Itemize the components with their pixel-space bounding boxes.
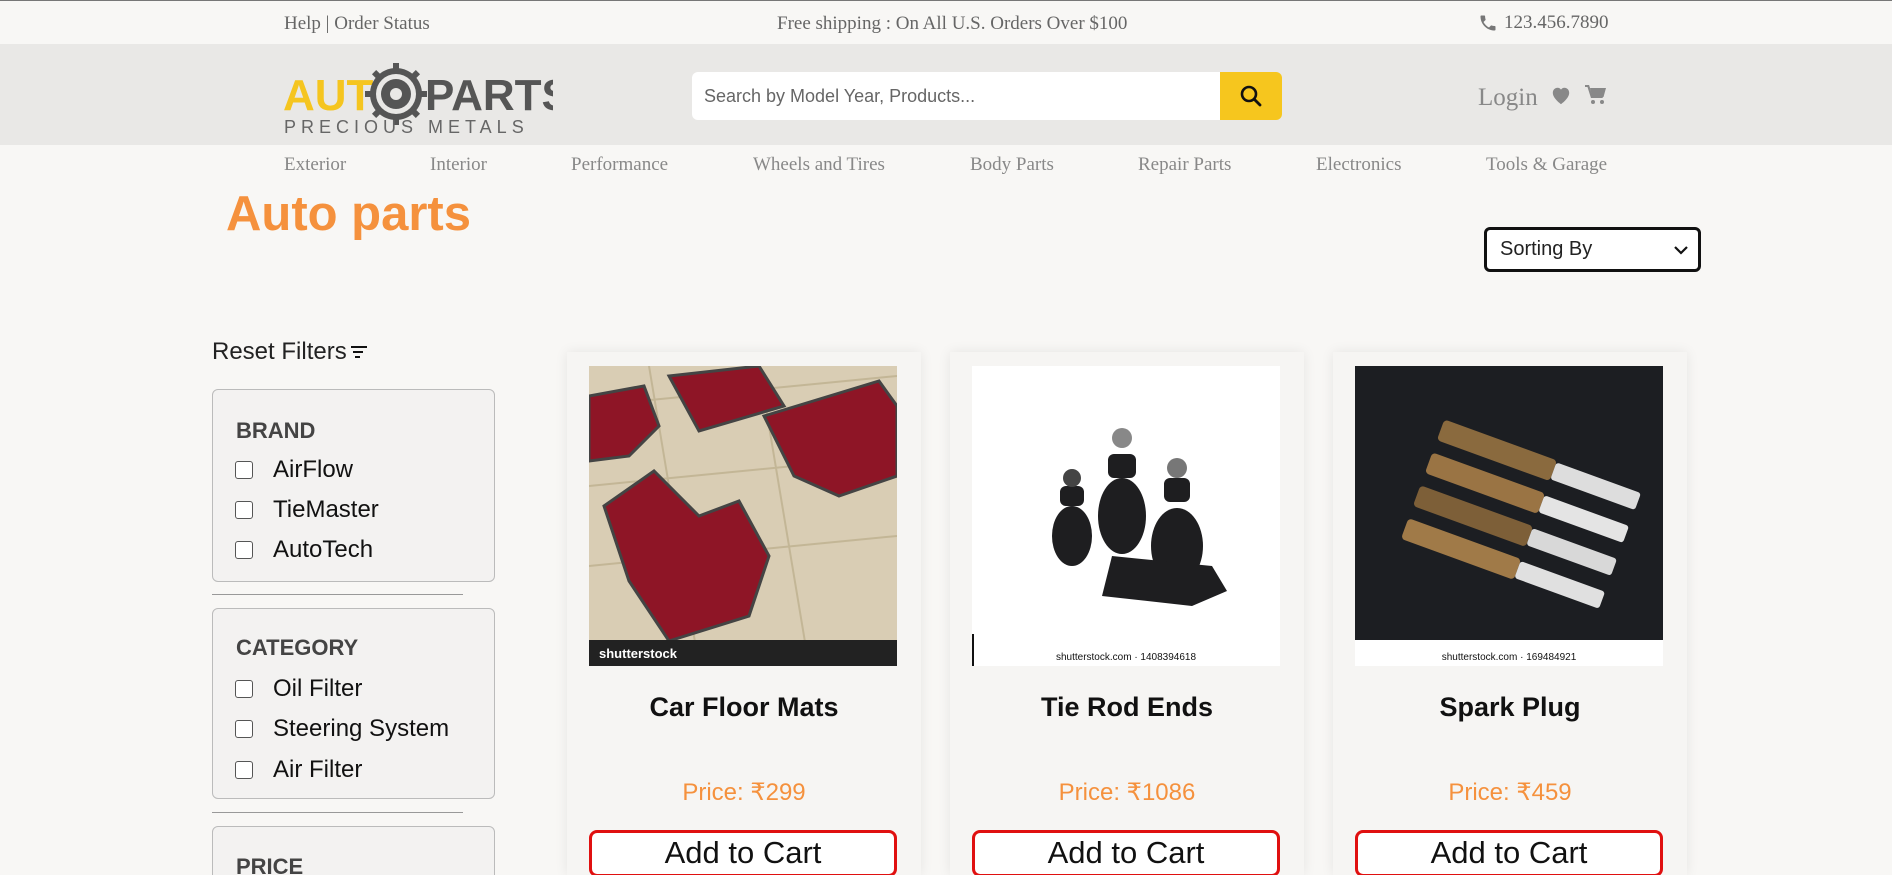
chevron-down-icon	[1674, 245, 1688, 255]
shipping-notice: Free shipping : On All U.S. Orders Over …	[777, 13, 1128, 34]
cart-icon[interactable]	[1584, 84, 1608, 106]
nav-item-exterior[interactable]: Exterior	[284, 154, 346, 176]
svg-text:PRECIOUS METALS: PRECIOUS METALS	[284, 117, 529, 136]
product-name[interactable]: Tie Rod Ends	[950, 692, 1304, 723]
heart-icon[interactable]	[1550, 85, 1572, 105]
product-card: shutterstock.com · 1408394618 Tie Rod En…	[950, 352, 1304, 875]
option-label: Air Filter	[273, 756, 363, 783]
checkbox[interactable]	[235, 761, 253, 779]
watermark-text: shutterstock.com · 169484921	[1442, 652, 1577, 663]
product-price: Price: ₹459	[1448, 779, 1572, 806]
filter-icon	[350, 346, 367, 358]
sort-label: Sorting By	[1500, 238, 1593, 260]
option-label: AutoTech	[273, 536, 374, 563]
checkbox[interactable]	[235, 541, 253, 559]
help-order-links[interactable]: Help | Order Status	[284, 13, 430, 35]
top-bar: Help | Order Status Free shipping : On A…	[0, 0, 1892, 44]
option-label: AirFlow	[273, 456, 354, 483]
category-option-air-filter[interactable]: Air Filter	[235, 756, 362, 784]
login-link[interactable]: Login	[1478, 84, 1538, 112]
product-image[interactable]: shutterstock.com · 169484921	[1355, 366, 1663, 666]
brand-filter-title: BRAND	[236, 418, 316, 443]
price-filter-title: PRICE	[236, 854, 304, 875]
category-option-oil-filter[interactable]: Oil Filter	[235, 675, 362, 703]
add-to-cart-button[interactable]: Add to Cart	[972, 830, 1280, 875]
category-filter: CATEGORY Oil Filter Steering System Air …	[212, 608, 495, 799]
nav-item-wheels-tires[interactable]: Wheels and Tires	[753, 154, 885, 176]
category-nav: Exterior Interior Performance Wheels and…	[0, 145, 1892, 187]
add-to-cart-button[interactable]: Add to Cart	[1355, 830, 1663, 875]
option-label: Oil Filter	[273, 675, 363, 702]
product-image[interactable]: shutterstock.com · 1408394618	[972, 366, 1280, 666]
brand-filter: BRAND AirFlow TieMaster AutoTech	[212, 389, 495, 582]
site-header: AUT PARTS PRECIOUS METALS Login	[0, 44, 1892, 145]
reset-filters-label: Reset Filters	[212, 338, 347, 365]
checkbox[interactable]	[235, 501, 253, 519]
svg-text:PARTS: PARTS	[425, 71, 553, 120]
nav-item-body-parts[interactable]: Body Parts	[970, 154, 1054, 176]
account-area: Login	[1478, 78, 1608, 112]
phone-number: 123.456.7890	[1504, 12, 1609, 33]
phone-contact: 123.456.7890	[1478, 12, 1609, 34]
option-label: TieMaster	[273, 496, 379, 523]
option-label: Steering System	[273, 715, 450, 742]
price-filter: PRICE	[212, 826, 495, 875]
search-input[interactable]	[692, 72, 1220, 120]
product-card: shutterstock Car Floor Mats Price: ₹299 …	[567, 352, 921, 875]
search-icon	[1240, 85, 1262, 107]
checkbox[interactable]	[235, 461, 253, 479]
nav-item-interior[interactable]: Interior	[430, 154, 487, 176]
product-price: Price: ₹299	[682, 779, 806, 806]
product-image[interactable]: shutterstock	[589, 366, 897, 666]
watermark-text: shutterstock.com · 1408394618	[1056, 652, 1197, 663]
reset-filters-button[interactable]: Reset Filters	[212, 338, 369, 366]
category-option-steering-system[interactable]: Steering System	[235, 715, 449, 743]
checkbox[interactable]	[235, 680, 253, 698]
watermark-text: shutterstock	[599, 646, 678, 661]
svg-text:AUT: AUT	[283, 71, 374, 120]
search-button[interactable]	[1220, 72, 1282, 120]
divider	[212, 812, 463, 813]
page-title: Auto parts	[226, 187, 471, 241]
add-to-cart-button[interactable]: Add to Cart	[589, 830, 897, 875]
product-card: shutterstock.com · 169484921 Spark Plug …	[1333, 352, 1687, 875]
nav-item-repair-parts[interactable]: Repair Parts	[1138, 154, 1231, 176]
product-name[interactable]: Spark Plug	[1333, 692, 1687, 723]
sort-dropdown[interactable]: Sorting By	[1484, 227, 1701, 272]
product-name[interactable]: Car Floor Mats	[567, 692, 921, 723]
brand-option-airflow[interactable]: AirFlow	[235, 456, 353, 484]
autoparts-logo[interactable]: AUT PARTS PRECIOUS METALS	[283, 54, 553, 136]
product-price: Price: ₹1086	[1058, 779, 1196, 806]
checkbox[interactable]	[235, 720, 253, 738]
nav-item-performance[interactable]: Performance	[571, 154, 668, 176]
search-bar	[692, 72, 1282, 120]
brand-option-autotech[interactable]: AutoTech	[235, 536, 373, 564]
nav-item-electronics[interactable]: Electronics	[1316, 154, 1401, 176]
brand-option-tiemaster[interactable]: TieMaster	[235, 496, 379, 524]
phone-icon	[1480, 15, 1496, 31]
category-filter-title: CATEGORY	[236, 635, 359, 660]
nav-item-tools-garage[interactable]: Tools & Garage	[1486, 154, 1607, 176]
divider	[212, 594, 463, 595]
